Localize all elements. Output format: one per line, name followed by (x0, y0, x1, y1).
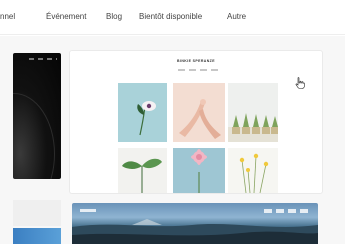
template-card[interactable]: BINKIE SPERANZE (70, 51, 322, 193)
gallery-photo (118, 83, 167, 142)
thumbnail-image (13, 93, 55, 179)
hand-pointer-icon (295, 77, 305, 89)
nav-item-evenement[interactable]: Événement (46, 12, 86, 21)
template-site-title: BINKIE SPERANZE (177, 59, 215, 63)
gallery-photo (118, 148, 167, 193)
gallery-photo (228, 83, 278, 142)
template-thumbnail-blue[interactable] (13, 228, 61, 244)
landscape-image (72, 219, 318, 244)
gallery-photo (173, 148, 225, 193)
nav-item-autre[interactable]: Autre (227, 12, 246, 21)
template-thumbnail-dark[interactable] (13, 53, 61, 179)
template-thumbnail-landscape[interactable] (72, 203, 318, 244)
nav-item-bientot-disponible[interactable]: Bientôt disponible (139, 12, 202, 21)
template-thumbnail-light[interactable] (13, 200, 61, 226)
nav-item-blog[interactable]: Blog (106, 12, 122, 21)
template-site-menu (178, 69, 218, 71)
gallery-photo (173, 83, 225, 142)
nav-item-personnel[interactable]: nnel (0, 12, 15, 21)
gallery-photo (228, 148, 278, 193)
top-navigation: nnel Événement Blog Bientôt disponible A… (0, 0, 345, 35)
thumbnail-menu (29, 58, 57, 60)
